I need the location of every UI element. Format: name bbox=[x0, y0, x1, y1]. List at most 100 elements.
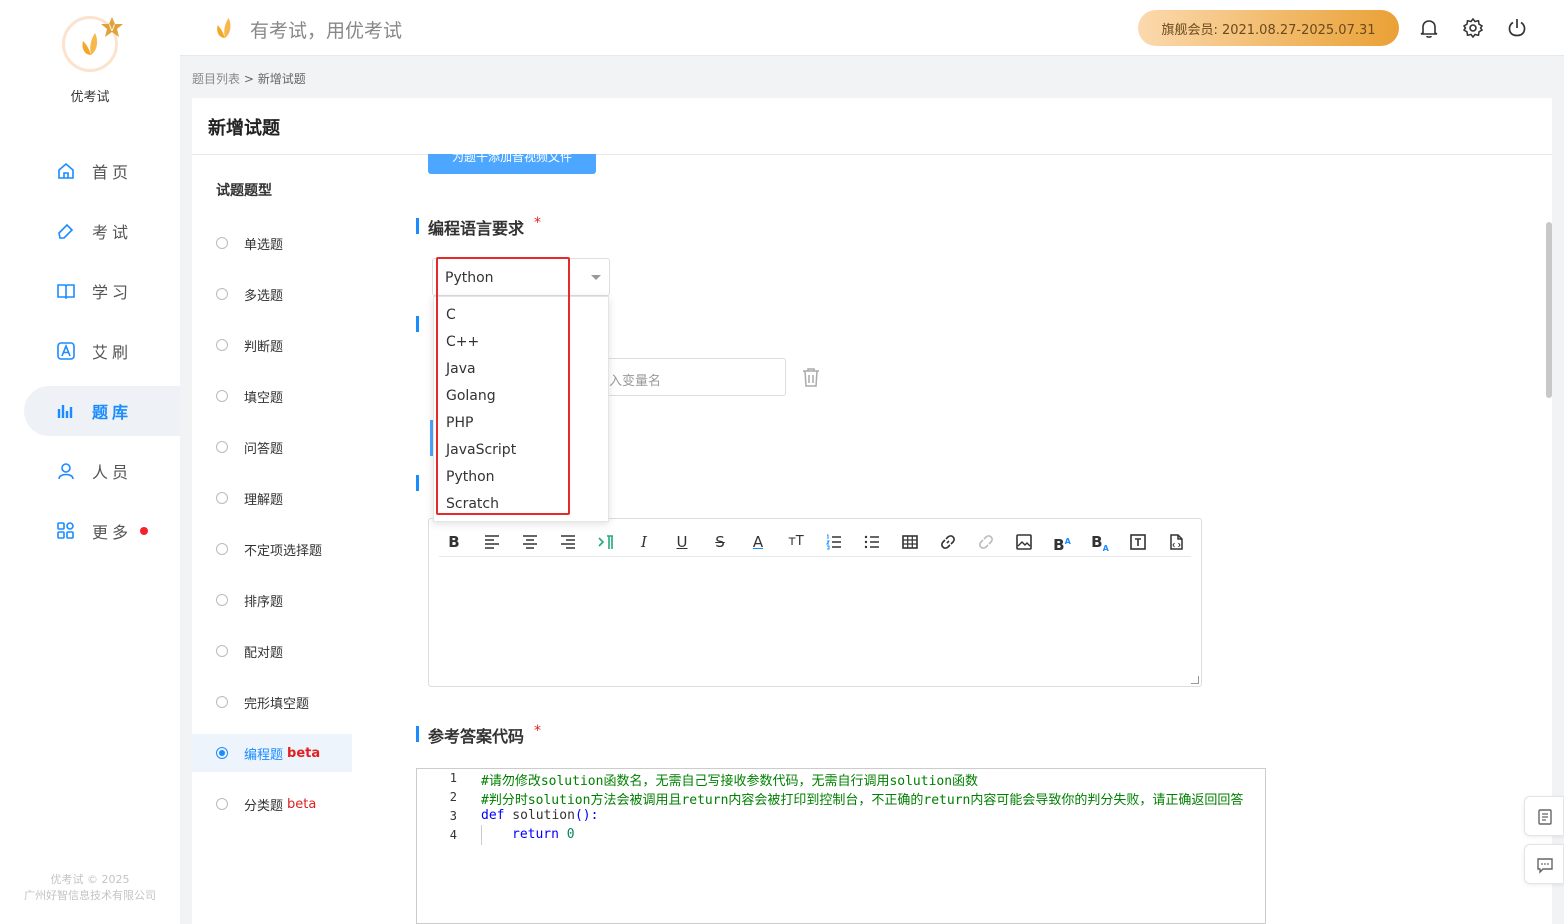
sidebar-item-label: 学习 bbox=[92, 283, 133, 302]
chat-float-button[interactable] bbox=[1524, 844, 1564, 884]
chevron-down-icon bbox=[591, 275, 601, 280]
underline-button[interactable]: U bbox=[671, 531, 693, 553]
font-size-button[interactable]: тT bbox=[785, 531, 807, 553]
type-comprehension[interactable]: 理解题 bbox=[192, 479, 352, 517]
radio-button[interactable] bbox=[216, 594, 228, 606]
code-file-icon bbox=[1170, 534, 1183, 550]
bar-chart-icon bbox=[57, 405, 73, 418]
type-true-false[interactable]: 判断题 bbox=[192, 326, 352, 364]
breadcrumb-parent[interactable]: 题目列表 bbox=[192, 72, 240, 86]
bell-icon[interactable] bbox=[1418, 17, 1440, 39]
trash-icon[interactable] bbox=[800, 366, 822, 388]
type-label: 排序题 bbox=[244, 594, 284, 610]
app-name: 优考试 bbox=[70, 90, 110, 105]
font-color-button[interactable]: A bbox=[747, 531, 769, 553]
gear-icon[interactable] bbox=[1462, 17, 1484, 39]
type-label: 问答题 bbox=[244, 441, 284, 457]
variable-name-input[interactable]: 入变量名 bbox=[596, 358, 786, 396]
radio-button[interactable] bbox=[216, 543, 228, 555]
code-editor[interactable]: 1 2 3 4 #请勿修改solution函数名，无需自己写接收参数代码，无需自… bbox=[416, 768, 1266, 924]
sidebar-item-question-bank[interactable]: 题库 bbox=[24, 386, 180, 436]
paragraph-button[interactable] bbox=[595, 531, 617, 553]
required-mark: * bbox=[534, 215, 542, 231]
type-indefinite-choice[interactable]: 不定项选择题 bbox=[192, 530, 352, 568]
rich-text-editor[interactable]: B I U S A тT BA BA bbox=[428, 518, 1202, 687]
bold-button[interactable]: B bbox=[443, 531, 465, 553]
radio-button[interactable] bbox=[216, 798, 228, 810]
type-fill-blank[interactable]: 填空题 bbox=[192, 377, 352, 415]
type-single-choice[interactable]: 单选题 bbox=[192, 224, 352, 262]
sidebar-item-more[interactable]: 更多 bbox=[24, 506, 180, 556]
radio-button[interactable] bbox=[216, 288, 228, 300]
sidebar-item-label: 考试 bbox=[92, 223, 133, 242]
type-matching[interactable]: 配对题 bbox=[192, 632, 352, 670]
bullet-list-button[interactable] bbox=[861, 531, 883, 553]
bullet-list-icon bbox=[864, 535, 879, 549]
upload-media-button[interactable]: 为题干添加音视频文件 bbox=[428, 154, 596, 174]
power-icon[interactable] bbox=[1506, 17, 1528, 39]
type-qa[interactable]: 问答题 bbox=[192, 428, 352, 466]
notification-dot bbox=[140, 527, 149, 535]
radio-button[interactable] bbox=[216, 441, 228, 453]
scrollbar[interactable] bbox=[1546, 222, 1552, 398]
subscript-label: B bbox=[1091, 533, 1103, 551]
table-button[interactable] bbox=[899, 531, 921, 553]
type-cloze[interactable]: 完形填空题 bbox=[192, 683, 352, 721]
section-marker bbox=[416, 726, 419, 742]
type-multiple-choice[interactable]: 多选题 bbox=[192, 275, 352, 313]
leaf-logo-icon bbox=[217, 18, 231, 38]
member-label: 旗舰会员: 2021.08.27-2025.07.31 bbox=[1161, 22, 1376, 38]
resize-handle[interactable] bbox=[1191, 676, 1199, 684]
sidebar-item-people[interactable]: 人员 bbox=[24, 446, 180, 496]
align-right-button[interactable] bbox=[557, 531, 579, 553]
code-text: solution bbox=[504, 808, 575, 823]
type-label: 配对题 bbox=[244, 645, 284, 661]
ordered-list-button[interactable] bbox=[823, 531, 845, 553]
member-badge[interactable]: 旗舰会员: 2021.08.27-2025.07.31 bbox=[1138, 10, 1399, 46]
document-icon bbox=[1538, 809, 1552, 825]
sidebar-item-exam[interactable]: 考试 bbox=[24, 206, 180, 256]
copyright: 优考试 © 2025 广州好智信息技术有限公司 bbox=[0, 872, 180, 904]
sidebar-item-aishua[interactable]: 艾刷 bbox=[24, 326, 180, 376]
type-sorting[interactable]: 排序题 bbox=[192, 581, 352, 619]
radio-button[interactable] bbox=[216, 747, 228, 759]
sidebar-item-home[interactable]: 首页 bbox=[24, 146, 180, 196]
notes-float-button[interactable] bbox=[1524, 796, 1564, 836]
paragraph-icon bbox=[598, 535, 613, 549]
radio-button[interactable] bbox=[216, 645, 228, 657]
image-button[interactable] bbox=[1013, 531, 1035, 553]
sidebar-item-study[interactable]: 学习 bbox=[24, 266, 180, 316]
radio-button[interactable] bbox=[216, 492, 228, 504]
align-left-button[interactable] bbox=[481, 531, 503, 553]
section-title-text: 编程语言要求 bbox=[428, 219, 525, 238]
code-file-button[interactable] bbox=[1165, 531, 1187, 553]
textbox-icon bbox=[1130, 534, 1146, 550]
question-types-title: 试题题型 bbox=[216, 183, 272, 199]
italic-button[interactable]: I bbox=[633, 531, 655, 553]
superscript-button[interactable]: BA bbox=[1051, 531, 1073, 554]
align-center-button[interactable] bbox=[519, 531, 541, 553]
subscript-button[interactable]: BA bbox=[1089, 531, 1111, 553]
code-keyword: def bbox=[481, 808, 505, 823]
leaf-logo-icon bbox=[82, 33, 98, 55]
type-label: 不定项选择题 bbox=[244, 543, 323, 559]
type-programming[interactable]: 编程题 beta bbox=[192, 734, 352, 772]
breadcrumb-separator: > bbox=[243, 72, 254, 86]
radio-button[interactable] bbox=[216, 696, 228, 708]
breadcrumb-current: 新增试题 bbox=[257, 72, 306, 86]
radio-button[interactable] bbox=[216, 390, 228, 402]
lang-section-title: 编程语言要求 * bbox=[428, 215, 541, 239]
radio-button[interactable] bbox=[216, 339, 228, 351]
type-label: 判断题 bbox=[244, 339, 284, 355]
link-button[interactable] bbox=[937, 531, 959, 553]
book-icon bbox=[57, 284, 75, 300]
company-name: 广州好智信息技术有限公司 bbox=[24, 889, 156, 902]
unlink-button[interactable] bbox=[975, 531, 997, 553]
align-right-icon bbox=[561, 535, 575, 549]
type-classification[interactable]: 分类题 beta bbox=[192, 785, 352, 823]
textbox-button[interactable] bbox=[1127, 531, 1149, 553]
home-icon bbox=[58, 162, 74, 179]
strikethrough-button[interactable]: S bbox=[709, 531, 731, 553]
radio-button[interactable] bbox=[216, 237, 228, 249]
code-line: #判分时solution方法会被调用且return内容会被打印到控制台，不正确的… bbox=[481, 793, 1244, 808]
